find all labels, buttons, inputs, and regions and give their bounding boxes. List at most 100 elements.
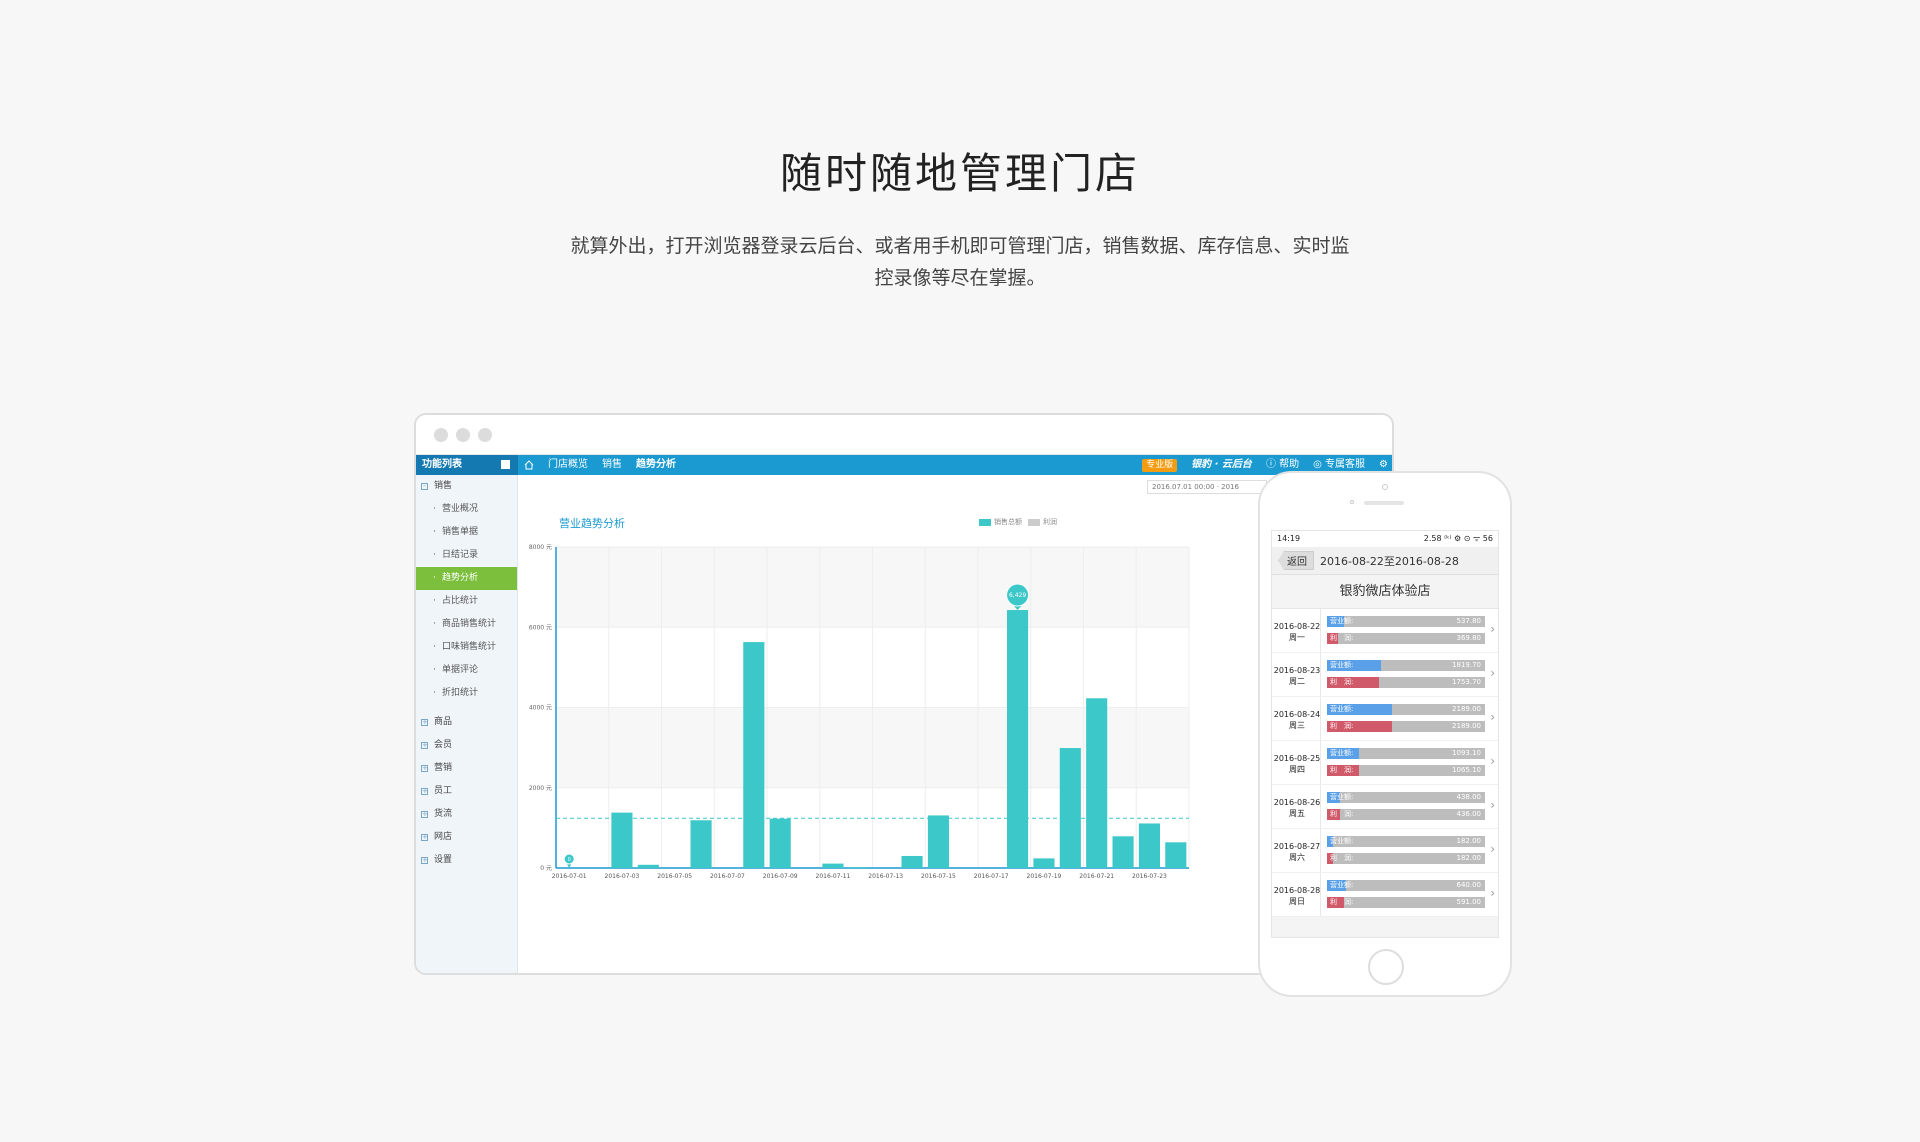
- profit-bar: 利 润: 1753.70: [1327, 677, 1485, 688]
- status-time: 14:19: [1277, 534, 1301, 543]
- window-close-dot[interactable]: [434, 428, 448, 442]
- profit-label: 利 润:: [1330, 898, 1354, 906]
- row-weekday: 周三: [1289, 721, 1305, 730]
- sidebar-group-settings[interactable]: + 设置: [416, 849, 517, 872]
- sidebar-group-marketing[interactable]: + 营销: [416, 757, 517, 780]
- y-tick-label: 8000 元: [529, 544, 552, 551]
- home-button[interactable]: [1368, 949, 1404, 985]
- profit-value: 1753.70: [1452, 678, 1481, 686]
- sidebar-group-products[interactable]: + 商品: [416, 711, 517, 734]
- headset-icon: ◎: [1313, 459, 1326, 470]
- plus-icon: +: [421, 741, 428, 749]
- row-weekday: 周五: [1289, 809, 1305, 818]
- chevron-right-icon: ›: [1490, 754, 1495, 768]
- profit-value: 369.80: [1456, 634, 1482, 642]
- daily-summary-row[interactable]: 2016-08-28 周日 营业额: 640.00 利 润: 591.00 ›: [1272, 873, 1498, 917]
- profit-label: 利 润:: [1330, 634, 1354, 642]
- status-bar: 14:19 2.58 ⁽ᵏ⁾ ⚙ ⊙ ᯤ 56: [1272, 531, 1498, 547]
- bar-2016-07-14: [901, 855, 923, 868]
- sidebar-group-stock[interactable]: + 货流: [416, 803, 517, 826]
- daily-summary-row[interactable]: 2016-08-23 周二 营业额: 1819.70 利 润: 1753.70 ›: [1272, 653, 1498, 697]
- chevron-right-icon: ›: [1490, 622, 1495, 636]
- row-weekday: 周二: [1289, 677, 1305, 686]
- daily-summary-row[interactable]: 2016-08-26 周五 营业额: 438.00 利 润: 436.00 ›: [1272, 785, 1498, 829]
- row-divider: [1320, 873, 1321, 916]
- sidebar-group-label: 设置: [434, 855, 453, 865]
- sidebar-item-overview[interactable]: 营业概况: [416, 498, 517, 521]
- phone-device: 14:19 2.58 ⁽ᵏ⁾ ⚙ ⊙ ᯤ 56 返回 2016-08-22至20…: [1258, 471, 1512, 997]
- sidebar-item-orders[interactable]: 销售单据: [416, 521, 517, 544]
- bar-2016-07-09: [769, 818, 791, 868]
- revenue-bar: 营业额: 640.00: [1327, 880, 1485, 891]
- row-divider: [1320, 609, 1321, 652]
- plus-icon: +: [421, 856, 428, 864]
- function-list-label: 功能列表: [422, 459, 462, 470]
- camera: [1382, 484, 1388, 490]
- profit-bar: 利 润: 436.00: [1327, 809, 1485, 820]
- sidebar-item-flavor-sales[interactable]: 口味销售统计: [416, 636, 517, 659]
- hero-subtitle: 就算外出，打开浏览器登录云后台、或者用手机即可管理门店，销售数据、库存信息、实时…: [560, 230, 1360, 294]
- profit-value: 182.00: [1456, 854, 1482, 862]
- revenue-bar: 营业额: 438.00: [1327, 792, 1485, 803]
- bar-2016-07-08: [743, 642, 765, 868]
- sidebar-group-label: 销售: [434, 481, 453, 491]
- profit-bar: 利 润: 369.80: [1327, 633, 1485, 644]
- profit-bar: 利 润: 2189.00: [1327, 721, 1485, 732]
- breadcrumb-item[interactable]: 门店概览: [548, 455, 588, 475]
- sidebar-group-label: 商品: [434, 717, 453, 727]
- revenue-bar: 营业额: 537.80: [1327, 616, 1485, 627]
- sidebar-item-daily-close[interactable]: 日结记录: [416, 544, 517, 567]
- window-maximize-dot[interactable]: [478, 428, 492, 442]
- bar-2016-07-23: [1138, 823, 1160, 868]
- sidebar-group-staff[interactable]: + 员工: [416, 780, 517, 803]
- sidebar-item-share[interactable]: 占比统计: [416, 590, 517, 613]
- y-tick-label: 6000 元: [529, 624, 552, 631]
- sidebar-group-online-store[interactable]: + 网店: [416, 826, 517, 849]
- revenue-value: 2189.00: [1452, 705, 1481, 713]
- plus-icon: +: [421, 764, 428, 772]
- sidebar-item-reviews[interactable]: 单据评论: [416, 659, 517, 682]
- x-tick-label: 2016-07-15: [921, 873, 956, 880]
- breadcrumb-item[interactable]: 销售: [602, 455, 622, 475]
- revenue-bar: 营业额: 1819.70: [1327, 660, 1485, 671]
- sidebar-group-members[interactable]: + 会员: [416, 734, 517, 757]
- collapse-icon[interactable]: [501, 460, 510, 469]
- sidebar-group-label: 员工: [434, 786, 453, 796]
- phone-screen: 14:19 2.58 ⁽ᵏ⁾ ⚙ ⊙ ᯤ 56 返回 2016-08-22至20…: [1271, 530, 1499, 938]
- bar-2016-07-06: [690, 820, 712, 868]
- home-icon[interactable]: [524, 460, 534, 470]
- revenue-label: 营业额:: [1330, 793, 1354, 801]
- daily-summary-row[interactable]: 2016-08-24 周三 营业额: 2189.00 利 润: 2189.00 ›: [1272, 697, 1498, 741]
- window-minimize-dot[interactable]: [456, 428, 470, 442]
- profit-label: 利 润:: [1330, 722, 1354, 730]
- revenue-label: 营业额:: [1330, 749, 1354, 757]
- back-button[interactable]: 返回: [1278, 551, 1314, 570]
- row-divider: [1320, 829, 1321, 872]
- phone-navbar: 返回 2016-08-22至2016-08-28: [1272, 547, 1498, 575]
- x-tick-label: 2016-07-05: [657, 873, 692, 880]
- row-divider: [1320, 785, 1321, 828]
- revenue-value: 438.00: [1456, 793, 1482, 801]
- daily-summary-row[interactable]: 2016-08-27 周六 营业额: 182.00 利 润: 182.00 ›: [1272, 829, 1498, 873]
- profit-bar: 利 润: 1065.10: [1327, 765, 1485, 776]
- sidebar-item-product-sales[interactable]: 商品销售统计: [416, 613, 517, 636]
- plus-icon: +: [421, 810, 428, 818]
- profit-value: 436.00: [1456, 810, 1482, 818]
- row-divider: [1320, 653, 1321, 696]
- function-list-header[interactable]: 功能列表: [416, 455, 518, 475]
- sidebar-group-sales[interactable]: - 销售: [416, 475, 517, 498]
- daily-summary-row[interactable]: 2016-08-25 周四 营业额: 1093.10 利 润: 1065.10 ›: [1272, 741, 1498, 785]
- row-date: 2016-08-28 周日: [1273, 885, 1321, 907]
- hero-subtitle-line1: 就算外出，打开浏览器登录云后台、或者用手机即可管理门店，销售数据、库存信息、实时…: [570, 235, 1350, 257]
- daily-summary-list: 2016-08-22 周一 营业额: 537.80 利 润: 369.80 › 2016…: [1272, 609, 1498, 917]
- sidebar-item-trend[interactable]: 趋势分析: [416, 567, 517, 590]
- daily-summary-row[interactable]: 2016-08-22 周一 营业额: 537.80 利 润: 369.80 ›: [1272, 609, 1498, 653]
- status-icons: 2.58 ⁽ᵏ⁾ ⚙ ⊙ ᯤ 56: [1423, 534, 1493, 543]
- sidebar-item-discounts[interactable]: 折扣统计: [416, 682, 517, 705]
- chevron-right-icon: ›: [1490, 798, 1495, 812]
- date-range-selector[interactable]: 2016-08-22至2016-08-28: [1320, 553, 1459, 569]
- profit-label: 利 润:: [1330, 678, 1354, 686]
- profit-label: 利 润:: [1330, 766, 1354, 774]
- bar-2016-07-20: [1059, 748, 1081, 868]
- sensor: [1350, 500, 1354, 504]
